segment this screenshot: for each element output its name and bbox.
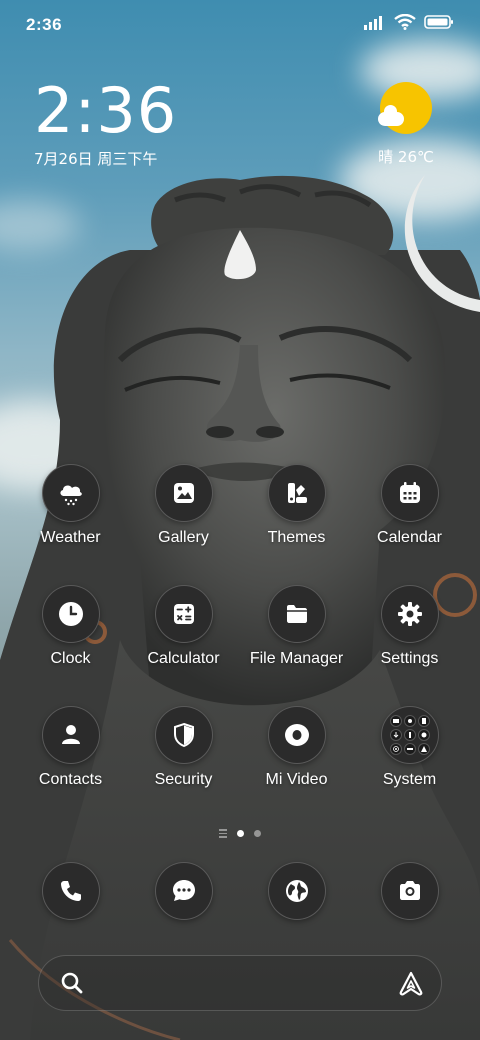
app-security[interactable]: Security bbox=[127, 706, 240, 789]
camera-icon bbox=[399, 881, 420, 900]
wifi-icon bbox=[394, 14, 416, 30]
app-icon bbox=[41, 706, 100, 764]
status-time: 2:36 bbox=[26, 15, 63, 34]
app-icon bbox=[267, 706, 326, 764]
shield-icon bbox=[173, 722, 194, 748]
app-icon bbox=[41, 464, 100, 522]
search-icon[interactable] bbox=[59, 970, 85, 996]
calculator-icon bbox=[173, 604, 194, 624]
app-gallery[interactable]: Gallery bbox=[127, 464, 240, 547]
gear-icon bbox=[397, 602, 422, 626]
app-label: Contacts bbox=[38, 771, 103, 788]
page-indicator[interactable] bbox=[0, 829, 480, 838]
app-settings[interactable]: Settings bbox=[353, 585, 466, 668]
app-icon bbox=[154, 706, 213, 764]
app-label: Weather bbox=[40, 529, 101, 546]
app-icon bbox=[154, 464, 213, 522]
assistant-icon[interactable] bbox=[397, 970, 425, 998]
app-icon bbox=[154, 862, 213, 920]
app-label: System bbox=[382, 771, 437, 788]
dock-camera[interactable] bbox=[353, 862, 466, 920]
dock bbox=[14, 862, 466, 920]
clock-widget[interactable]: 2:36 7月26日 周三下午 bbox=[34, 78, 177, 169]
app-icon bbox=[267, 862, 326, 920]
app-calculator[interactable]: Calculator bbox=[127, 585, 240, 668]
app-icon bbox=[380, 464, 439, 522]
calendar-icon bbox=[399, 482, 420, 503]
page-dot[interactable] bbox=[254, 829, 261, 837]
app-label: Themes bbox=[267, 529, 326, 546]
clock-time: 2:36 bbox=[34, 74, 178, 147]
message-icon bbox=[172, 880, 195, 901]
app-icon bbox=[41, 862, 100, 920]
palette-icon bbox=[287, 483, 307, 503]
signal-icon bbox=[364, 16, 382, 30]
folder-icon bbox=[286, 605, 307, 623]
weather-text: 晴 26℃ bbox=[378, 148, 434, 166]
status-bar: 2:36 bbox=[0, 0, 480, 50]
app-label: File Manager bbox=[249, 650, 344, 667]
clock-date: 7月26日 周三下午 bbox=[34, 150, 158, 168]
app-icon bbox=[380, 862, 439, 920]
page-indicator-feed[interactable] bbox=[219, 829, 227, 838]
cloud-rain-icon bbox=[59, 485, 82, 506]
app-icon bbox=[380, 585, 439, 643]
battery-icon bbox=[424, 15, 453, 29]
app-calendar[interactable]: Calendar bbox=[353, 464, 466, 547]
folder-system[interactable]: System bbox=[353, 706, 466, 789]
folder-grid-icon bbox=[389, 715, 430, 755]
app-contacts[interactable]: Contacts bbox=[14, 706, 127, 789]
dock-phone[interactable] bbox=[14, 862, 127, 920]
app-icon bbox=[154, 585, 213, 643]
app-label: Calculator bbox=[147, 650, 220, 667]
app-label: Gallery bbox=[158, 529, 209, 546]
app-clock[interactable]: Clock bbox=[14, 585, 127, 668]
weather-widget[interactable]: 晴 26℃ bbox=[366, 82, 446, 167]
app-mi-video[interactable]: Mi Video bbox=[240, 706, 353, 789]
app-label: Mi Video bbox=[265, 771, 328, 788]
app-icon bbox=[41, 585, 100, 643]
clock-icon bbox=[58, 602, 83, 626]
app-icon bbox=[380, 706, 439, 764]
play-circle-icon bbox=[284, 724, 309, 746]
app-label: Security bbox=[154, 771, 213, 788]
app-icon bbox=[267, 585, 326, 643]
app-icon bbox=[267, 464, 326, 522]
app-themes[interactable]: Themes bbox=[240, 464, 353, 547]
person-icon bbox=[61, 725, 80, 744]
dock-messages[interactable] bbox=[127, 862, 240, 920]
photo-icon bbox=[173, 483, 194, 503]
search-bar[interactable] bbox=[38, 955, 442, 1011]
status-icons bbox=[364, 14, 454, 30]
globe-icon bbox=[285, 880, 308, 902]
app-label: Settings bbox=[380, 650, 439, 667]
app-grid: Weather Gallery Themes Calendar Clock Ca… bbox=[14, 464, 466, 789]
dock-browser[interactable] bbox=[240, 862, 353, 920]
app-file-manager[interactable]: File Manager bbox=[240, 585, 353, 668]
phone-icon bbox=[60, 881, 81, 901]
app-weather[interactable]: Weather bbox=[14, 464, 127, 547]
app-label: Calendar bbox=[377, 529, 442, 546]
app-label: Clock bbox=[50, 650, 91, 667]
page-dot-active[interactable] bbox=[237, 829, 244, 837]
sunny-partly-cloudy-icon bbox=[378, 82, 432, 134]
